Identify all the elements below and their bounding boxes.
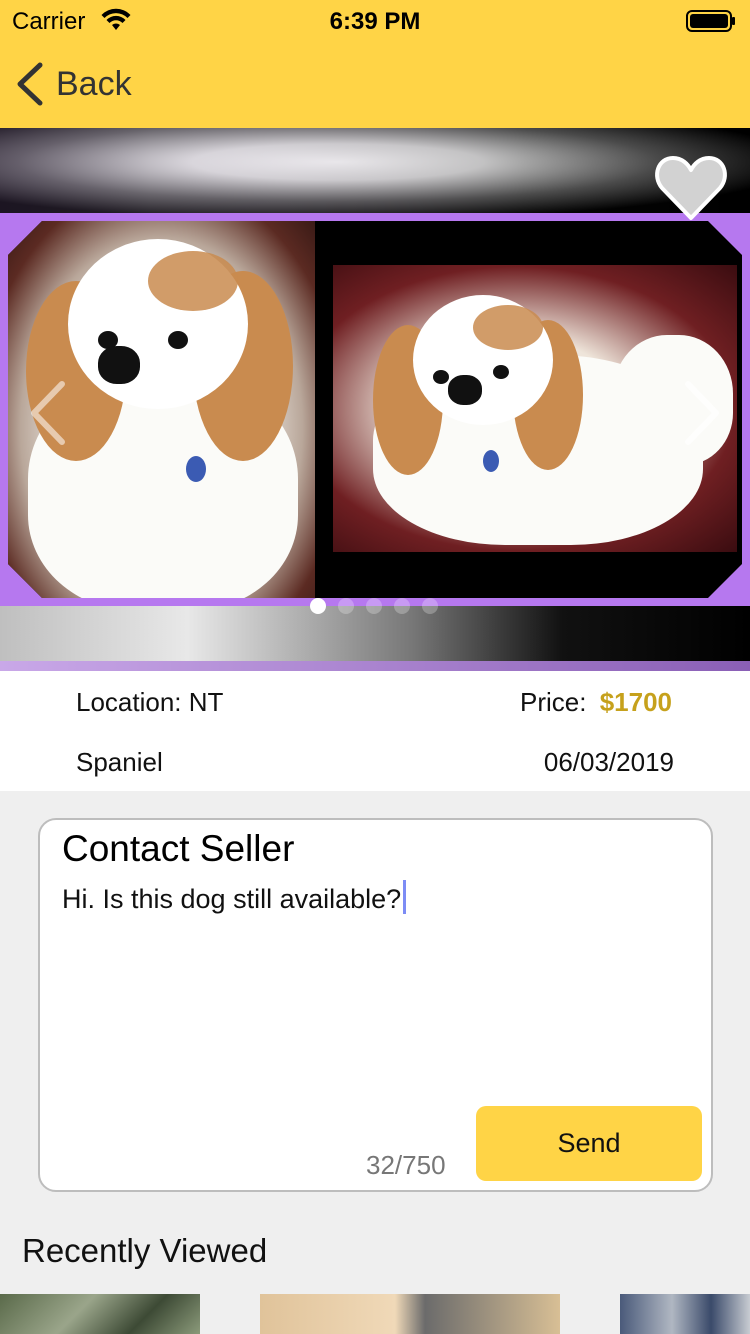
chevron-left-icon[interactable]	[26, 378, 70, 448]
clock: 6:39 PM	[329, 8, 421, 35]
breed-label: Spaniel	[76, 747, 163, 777]
recent-thumbnail[interactable]	[620, 1294, 750, 1334]
page-indicator[interactable]	[310, 598, 438, 614]
gallery-backdrop-top	[0, 128, 750, 213]
message-input[interactable]: Hi. Is this dog still available?	[62, 880, 692, 915]
chevron-left-icon	[17, 62, 43, 106]
photo-frame-inner	[8, 221, 742, 598]
recently-viewed-title: Recently Viewed	[22, 1232, 268, 1269]
heart-icon[interactable]	[654, 152, 728, 222]
gallery-backdrop-bottom	[0, 606, 750, 671]
price-value: $1700	[599, 687, 672, 717]
page-dot[interactable]	[394, 598, 410, 614]
contact-title: Contact Seller	[62, 828, 295, 869]
back-label: Back	[56, 64, 132, 103]
navigation-bar: Carrier 6:39 PM Back	[0, 0, 750, 128]
price-label: Price:	[519, 687, 587, 717]
character-count: 32/750	[366, 1150, 446, 1180]
text-caret	[403, 880, 407, 914]
photo-gallery[interactable]	[0, 128, 750, 671]
battery-icon	[686, 10, 735, 32]
photo-frame	[0, 213, 750, 606]
listing-info: Location: NT Price: $1700 Spaniel 06/03/…	[0, 671, 750, 791]
send-button[interactable]: Send	[476, 1106, 702, 1181]
back-button[interactable]: Back	[14, 58, 132, 110]
status-bar: Carrier 6:39 PM	[0, 0, 750, 40]
recent-thumbnail[interactable]	[260, 1294, 560, 1334]
page-dot[interactable]	[338, 598, 354, 614]
contact-seller-card: Contact Seller Hi. Is this dog still ava…	[38, 818, 713, 1192]
listing-date: 06/03/2019	[543, 747, 674, 777]
dog-photo-2	[333, 265, 737, 552]
page-dot[interactable]	[310, 598, 326, 614]
price-group: Price: $1700	[520, 687, 672, 718]
location-label: Location: NT	[76, 687, 224, 717]
page-dot[interactable]	[366, 598, 382, 614]
recent-thumbnail[interactable]	[0, 1294, 200, 1334]
page-dot[interactable]	[422, 598, 438, 614]
chevron-right-icon[interactable]	[680, 378, 724, 448]
message-text: Hi. Is this dog still available?	[62, 884, 402, 914]
